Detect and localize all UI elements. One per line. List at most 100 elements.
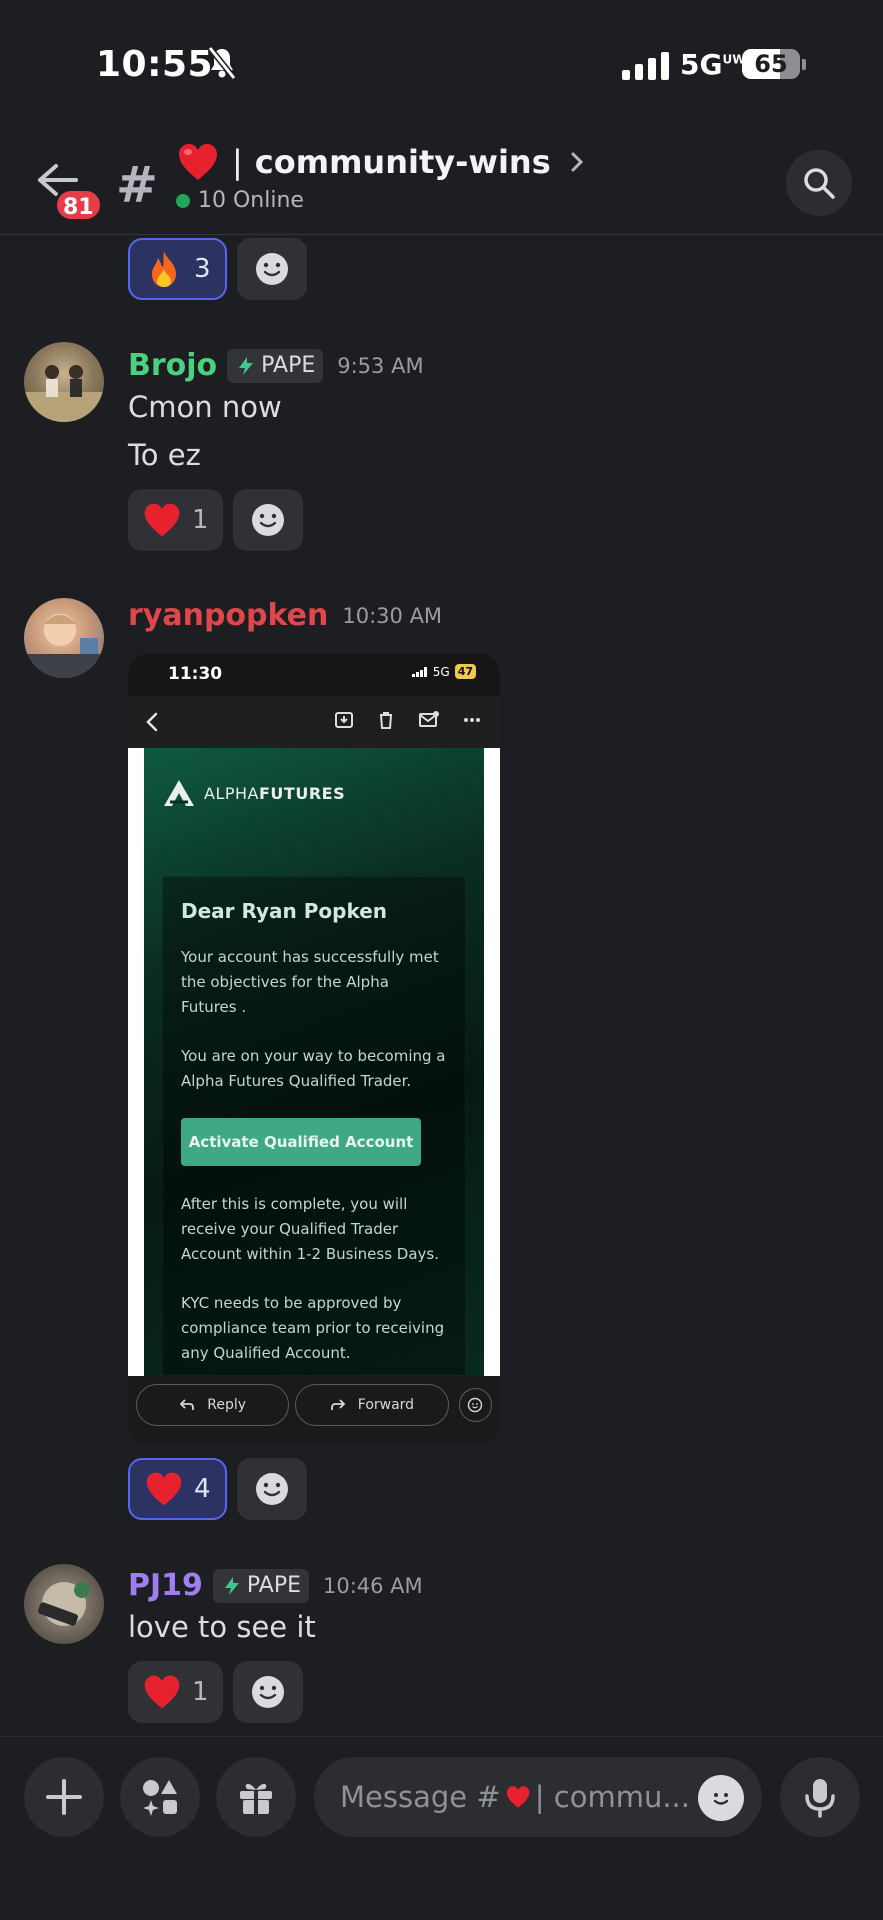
search-button[interactable]: [786, 150, 852, 216]
reaction-count: 1: [192, 1677, 209, 1707]
heart-emoji-icon: [144, 503, 180, 537]
message-header: ryanpopken 10:30 AM: [128, 598, 442, 633]
message-list: 3 Brojo PAPE 9:53 AM Cmon now To ez 1 ry…: [0, 236, 883, 1736]
microphone-icon: [805, 1779, 835, 1818]
message-text: Cmon now: [128, 390, 282, 424]
timestamp: 10:46 AM: [322, 1573, 423, 1598]
unread-badge: 81: [54, 188, 103, 222]
add-reaction-button[interactable]: [232, 489, 303, 551]
heart-emoji-icon: [179, 144, 217, 180]
plus-icon: [46, 1779, 82, 1815]
heart-emoji-icon: [144, 1675, 180, 1709]
message-composer: Message # | commu...: [0, 1736, 883, 1920]
voice-message-button[interactable]: [780, 1757, 860, 1837]
trash-icon: [380, 712, 392, 729]
smiley-icon: [713, 1793, 729, 1805]
emoji-react-button: [458, 1388, 492, 1422]
battery-icon: 65: [742, 49, 800, 79]
heart-emoji-icon: [506, 1786, 529, 1808]
activate-account-button: Activate Qualified Account: [181, 1118, 421, 1166]
reaction-fire[interactable]: 3: [128, 238, 227, 300]
message-text: love to see it: [128, 1610, 316, 1644]
message-header: Brojo PAPE 9:53 AM: [128, 348, 424, 383]
channel-separator: |: [232, 143, 243, 181]
add-attachment-button[interactable]: [24, 1757, 104, 1837]
alpha-logo-icon: [164, 780, 194, 806]
email-paragraph: After this is complete, you will receive…: [181, 1195, 439, 1263]
fire-emoji-icon: [152, 251, 176, 287]
avatar[interactable]: [24, 1564, 104, 1644]
gift-button[interactable]: [216, 1757, 296, 1837]
smiley-icon: [468, 1397, 483, 1413]
chevron-left-icon: [146, 712, 158, 732]
status-time: 10:55: [96, 44, 214, 85]
avatar[interactable]: [24, 342, 104, 422]
email-toolbar: [128, 696, 500, 748]
reaction-row: 1: [128, 1661, 303, 1723]
phone-battery: 47: [454, 664, 476, 679]
lightning-icon: [239, 356, 254, 375]
message-text: To ez: [128, 438, 201, 472]
add-reaction-button[interactable]: [236, 1458, 307, 1520]
brand-text-bold: FUTURES: [258, 783, 346, 803]
add-reaction-button[interactable]: [236, 238, 307, 300]
timestamp: 9:53 AM: [337, 353, 424, 378]
email-body: ALPHAFUTURES Dear Ryan Popken Your accou…: [128, 748, 500, 1376]
hash-icon: #: [116, 156, 158, 214]
phone-status-bar: 11:30 5G 47: [128, 654, 500, 696]
add-reaction-button[interactable]: [232, 1661, 303, 1723]
chevron-right-icon: [571, 152, 583, 172]
smiley-icon: [251, 1676, 284, 1708]
heart-emoji-icon: [146, 1472, 182, 1506]
silent-mode-icon: [206, 46, 238, 84]
username[interactable]: ryanpopken: [128, 598, 328, 633]
network-type: 5GUW: [680, 48, 746, 81]
timestamp: 10:30 AM: [342, 603, 443, 628]
reaction-count: 1: [192, 505, 209, 535]
apps-button[interactable]: [120, 1757, 200, 1837]
channel-name: community-wins: [254, 143, 551, 181]
email-greeting: Dear Ryan Popken: [181, 899, 388, 923]
reaction-count: 4: [194, 1474, 211, 1504]
reaction-heart[interactable]: 4: [128, 1458, 227, 1520]
mail-icon: [419, 711, 439, 727]
brand-text-light: ALPHA: [204, 783, 259, 803]
email-paragraph: Your account has successfully met the ob…: [181, 948, 439, 1016]
username[interactable]: PJ19: [128, 1568, 203, 1603]
emoji-picker-button[interactable]: [698, 1775, 744, 1821]
image-attachment[interactable]: 11:30 5G 47 ALPHAFUTURES Dear Ryan Popke…: [128, 654, 500, 1444]
forward-icon: [330, 1399, 346, 1410]
reaction-row: 1: [128, 489, 303, 551]
reaction-heart[interactable]: 1: [128, 489, 223, 551]
forward-button: Forward: [295, 1384, 449, 1426]
online-status: 10 Online: [176, 188, 304, 213]
online-count: 10 Online: [198, 188, 304, 213]
online-dot: [176, 193, 190, 208]
message-header: PJ19 PAPE 10:46 AM: [128, 1568, 423, 1603]
phone-network: 5G: [432, 664, 450, 679]
channel-title[interactable]: | community-wins: [176, 140, 587, 184]
reply-icon: [179, 1399, 195, 1410]
username[interactable]: Brojo: [128, 348, 217, 383]
reaction-count: 3: [194, 254, 211, 284]
reply-button: Reply: [136, 1384, 290, 1426]
lightning-icon: [224, 1576, 239, 1595]
battery-percent: 65: [754, 50, 788, 78]
status-bar: 10:55 5GUW 65: [0, 0, 883, 130]
alpha-futures-logo: ALPHAFUTURES: [162, 778, 345, 808]
reaction-row: 3: [128, 238, 307, 300]
phone-time: 11:30: [168, 664, 223, 684]
apps-icon: [143, 1780, 177, 1816]
email-actions: Reply Forward: [136, 1382, 492, 1428]
reaction-heart[interactable]: 1: [128, 1661, 223, 1723]
channel-header: 81 # | community-wins 10 Online: [0, 130, 883, 235]
user-tag-label: PAPE: [246, 1573, 301, 1598]
message-input[interactable]: Message # | commu...: [314, 1757, 762, 1837]
avatar[interactable]: [24, 598, 104, 678]
user-tag: PAPE: [212, 1568, 309, 1603]
smiley-icon: [255, 253, 288, 285]
cell-signal-icon: [622, 50, 669, 80]
cell-signal-icon: [411, 666, 427, 677]
email-paragraph: KYC needs to be approved by compliance t…: [181, 1294, 445, 1362]
smiley-icon: [255, 1473, 288, 1505]
